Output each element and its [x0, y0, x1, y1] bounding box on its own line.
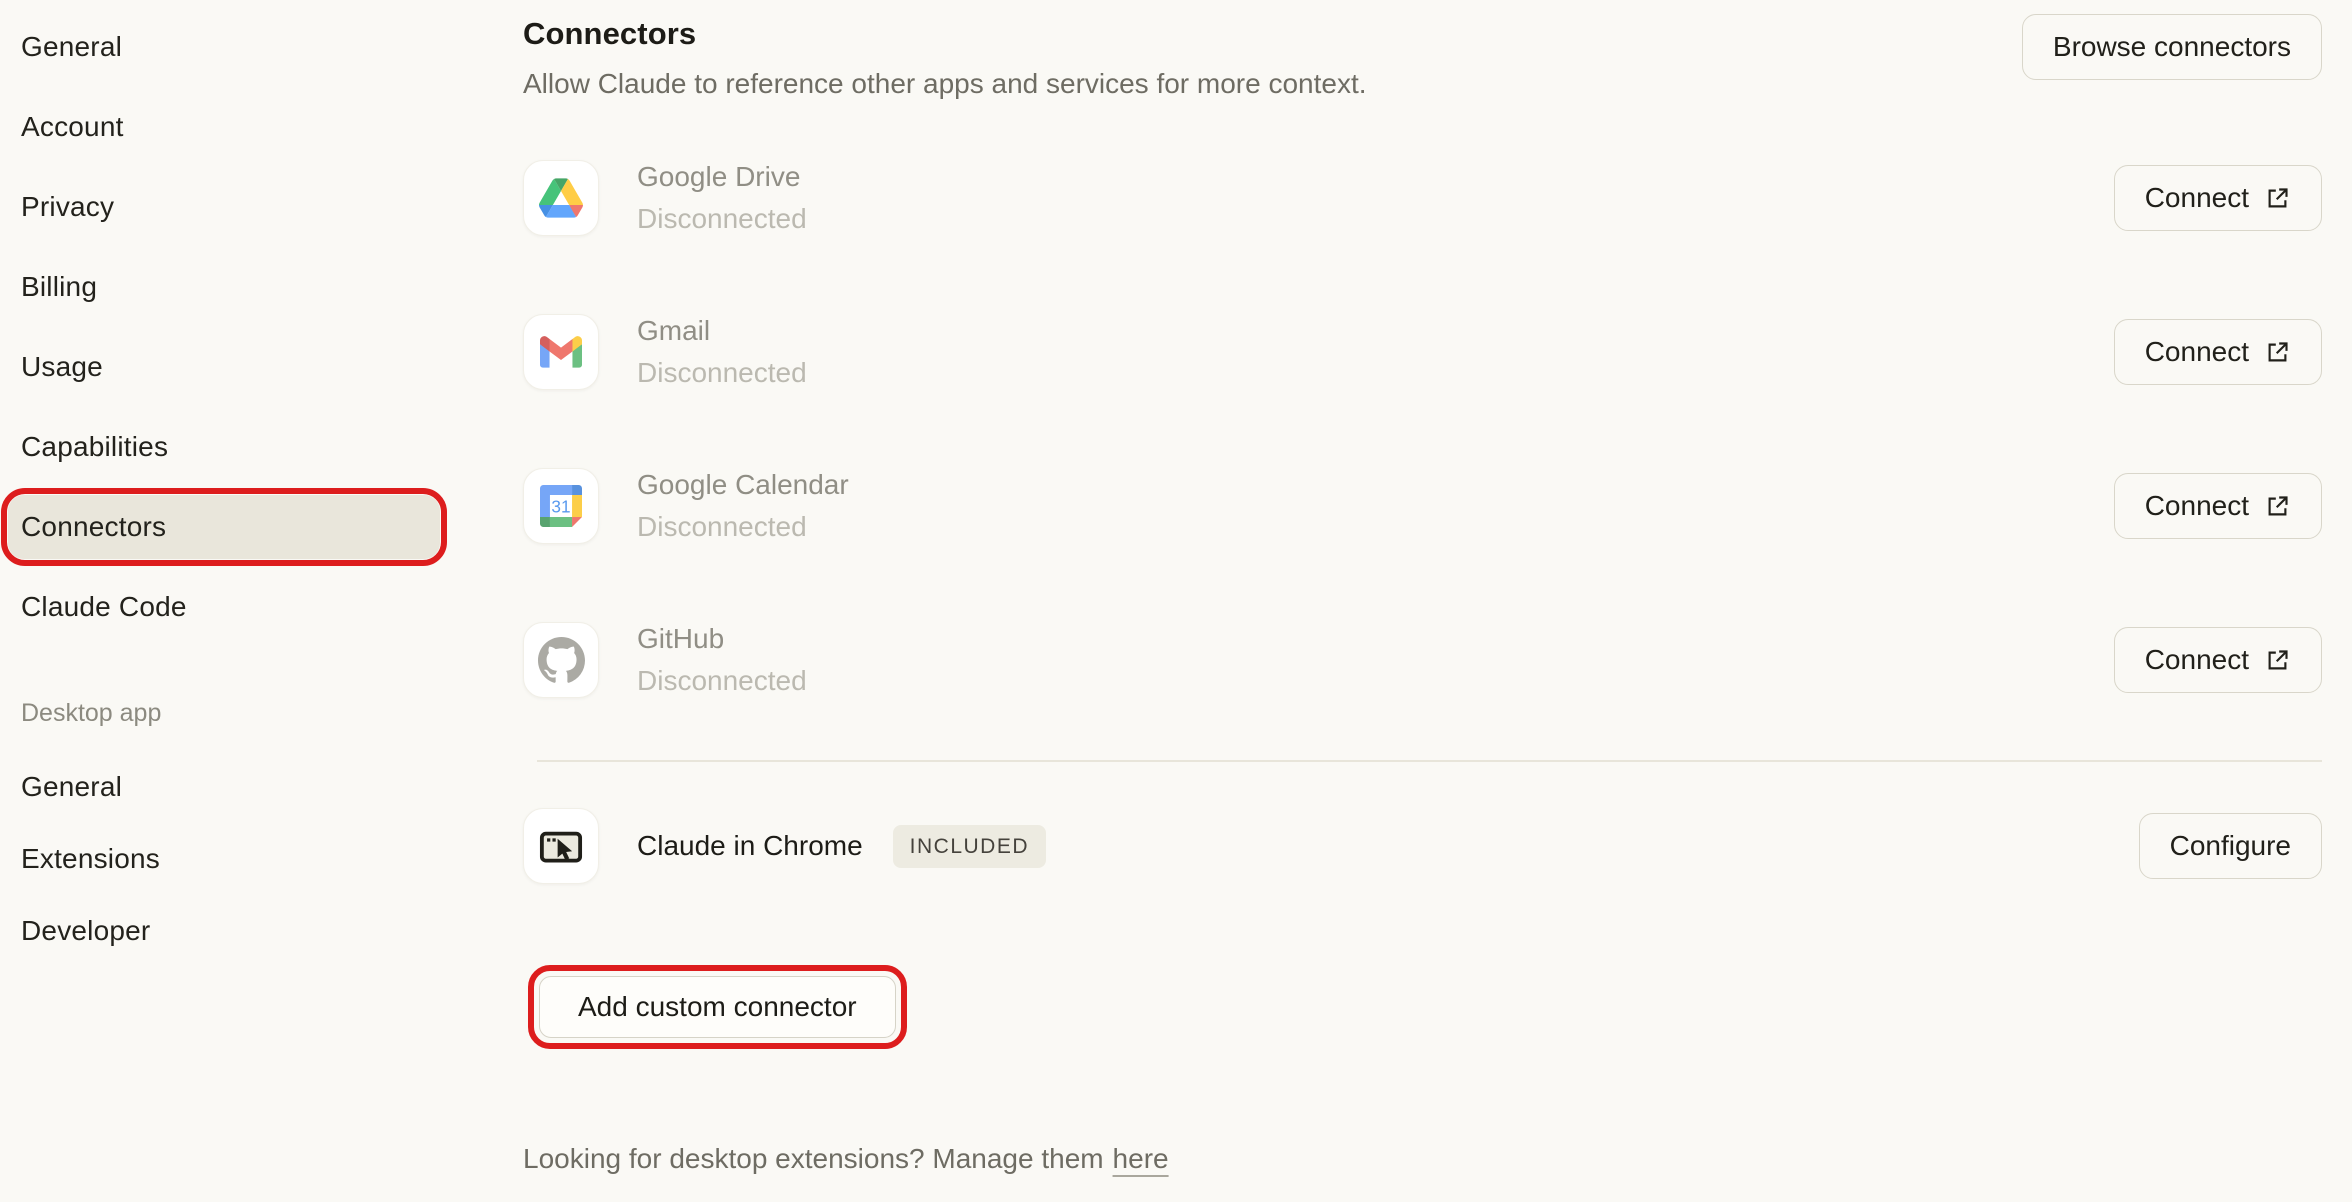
google-drive-icon [523, 160, 599, 236]
sidebar-item-desktop-general[interactable]: General [8, 755, 440, 819]
connector-name: Claude in Chrome [637, 830, 863, 862]
manage-extensions-link[interactable]: here [1113, 1143, 1169, 1174]
connect-label: Connect [2145, 644, 2249, 676]
sidebar-desktop-group: General Extensions Developer [8, 755, 500, 963]
sidebar-item-desktop-developer[interactable]: Developer [8, 899, 440, 963]
connect-google-calendar-button[interactable]: Connect [2114, 473, 2322, 539]
page-title: Connectors [523, 14, 1367, 54]
connector-row-github: GitHub Disconnected Connect [523, 622, 2322, 698]
footer-note: Looking for desktop extensions? Manage t… [523, 1142, 2322, 1176]
connector-text: GitHub Disconnected [637, 623, 807, 697]
external-link-icon [2264, 647, 2291, 674]
svg-text:31: 31 [551, 496, 570, 516]
external-link-icon [2264, 493, 2291, 520]
connect-label: Connect [2145, 490, 2249, 522]
connector-name: GitHub [637, 623, 807, 655]
browse-connectors-button[interactable]: Browse connectors [2022, 14, 2322, 80]
sidebar-item-usage[interactable]: Usage [8, 335, 440, 399]
connector-name: Google Calendar [637, 469, 849, 501]
connector-list: Google Drive Disconnected Connect [523, 160, 2322, 698]
settings-page: General Account Privacy Billing Usage Ca… [0, 0, 2352, 1202]
connector-row-claude-in-chrome: Claude in Chrome INCLUDED Configure [523, 808, 2322, 884]
connect-google-drive-button[interactable]: Connect [2114, 165, 2322, 231]
connectors-header: Connectors Allow Claude to reference oth… [523, 14, 2322, 100]
sidebar-item-claude-code[interactable]: Claude Code [8, 575, 440, 639]
section-divider [537, 760, 2322, 762]
connector-row-gmail: Gmail Disconnected Connect [523, 314, 2322, 390]
sidebar-item-general[interactable]: General [8, 15, 440, 79]
sidebar-section-desktop-app: Desktop app [8, 693, 500, 733]
connector-row-google-calendar: 31 Google Calendar Disconnected Connect [523, 468, 2322, 544]
external-link-icon [2264, 185, 2291, 212]
sidebar-item-connectors-label: Connectors [21, 511, 166, 543]
sidebar-item-capabilities[interactable]: Capabilities [8, 415, 440, 479]
connector-text: Google Drive Disconnected [637, 161, 807, 235]
connect-label: Connect [2145, 336, 2249, 368]
connector-status: Disconnected [637, 511, 849, 543]
connector-text: Claude in Chrome INCLUDED [637, 825, 1046, 868]
settings-sidebar: General Account Privacy Billing Usage Ca… [0, 0, 500, 1202]
connector-status: Disconnected [637, 665, 807, 697]
footer-note-text: Looking for desktop extensions? Manage t… [523, 1143, 1104, 1174]
browse-connectors-label: Browse connectors [2053, 31, 2291, 63]
included-badge: INCLUDED [893, 825, 1046, 868]
github-icon [523, 622, 599, 698]
sidebar-item-desktop-extensions[interactable]: Extensions [8, 827, 440, 891]
connectors-panel: Connectors Allow Claude to reference oth… [523, 0, 2322, 1202]
sidebar-item-privacy[interactable]: Privacy [8, 175, 440, 239]
configure-label: Configure [2170, 830, 2291, 862]
connect-gmail-button[interactable]: Connect [2114, 319, 2322, 385]
claude-in-chrome-icon [523, 808, 599, 884]
add-custom-connector-button[interactable]: Add custom connector [539, 976, 896, 1038]
connector-name: Gmail [637, 315, 807, 347]
configure-claude-in-chrome-button[interactable]: Configure [2139, 813, 2322, 879]
gmail-icon [523, 314, 599, 390]
connect-label: Connect [2145, 182, 2249, 214]
google-calendar-icon: 31 [523, 468, 599, 544]
add-custom-connector-wrap: Add custom connector [539, 976, 896, 1038]
sidebar-item-billing[interactable]: Billing [8, 255, 440, 319]
connector-status: Disconnected [637, 357, 807, 389]
page-subtitle: Allow Claude to reference other apps and… [523, 68, 1367, 100]
connector-name: Google Drive [637, 161, 807, 193]
connector-text: Google Calendar Disconnected [637, 469, 849, 543]
connect-github-button[interactable]: Connect [2114, 627, 2322, 693]
sidebar-item-account[interactable]: Account [8, 95, 440, 159]
connectors-header-text: Connectors Allow Claude to reference oth… [523, 14, 1367, 100]
connector-status: Disconnected [637, 203, 807, 235]
sidebar-item-connectors[interactable]: Connectors [8, 495, 440, 559]
connector-row-google-drive: Google Drive Disconnected Connect [523, 160, 2322, 236]
external-link-icon [2264, 339, 2291, 366]
connector-text: Gmail Disconnected [637, 315, 807, 389]
